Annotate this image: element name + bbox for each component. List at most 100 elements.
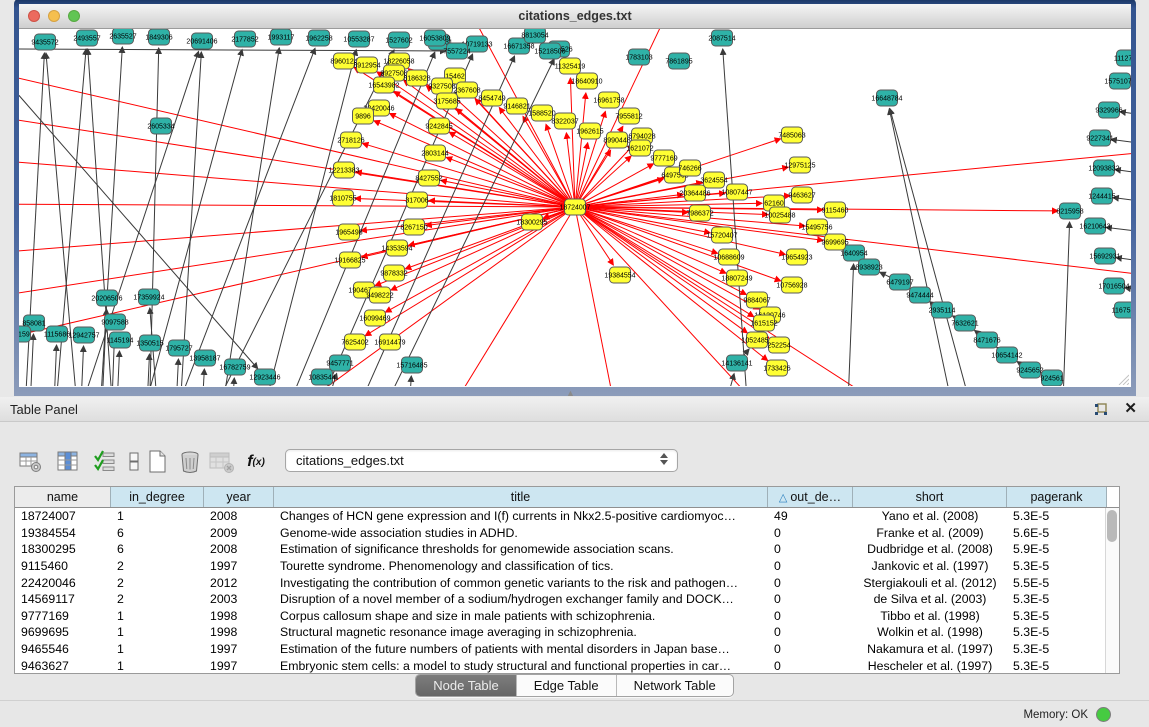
table-row[interactable]: 946362711997Embryonic stem cells: a mode… <box>15 657 1119 674</box>
table-columns-icon[interactable] <box>55 449 81 475</box>
delete-icon[interactable] <box>177 449 203 475</box>
table-row[interactable]: 1938455462009Genome-wide association stu… <box>15 525 1119 542</box>
column-header-name[interactable]: name <box>15 487 111 507</box>
close-window-button[interactable] <box>28 10 40 22</box>
graph-node-label: 15692931 <box>1089 254 1120 261</box>
cell-out_de: 0 <box>768 542 853 556</box>
graph-node-label: 10688609 <box>713 255 744 262</box>
table-settings-icon[interactable] <box>18 449 44 475</box>
table-row[interactable]: 1456911722003Disruption of a novel membe… <box>15 591 1119 608</box>
cell-short: Hescheler et al. (1997) <box>853 659 1007 673</box>
cell-out_de: 0 <box>768 659 853 673</box>
cytoscape-screen: citations_edges.txt 94355722493557263552… <box>0 0 1149 727</box>
network-window[interactable]: citations_edges.txt 94355722493557263552… <box>14 0 1136 396</box>
cell-in_degree: 2 <box>111 559 204 573</box>
graph-node-label: 16648784 <box>871 96 902 103</box>
cell-short: Wolkin et al. (1998) <box>853 625 1007 639</box>
function-x: (x) <box>253 457 265 468</box>
table-selector-dropdown[interactable]: citations_edges.txt <box>285 449 678 472</box>
cell-title: Corpus callosum shape and size in male p… <box>274 609 768 623</box>
cell-out_de: 0 <box>768 609 853 623</box>
column-header-out_de[interactable]: △out_de… <box>768 487 853 507</box>
cell-name: 9699695 <box>15 625 111 639</box>
cell-name: 9465546 <box>15 642 111 656</box>
table-row[interactable]: 946554611997Estimation of the future num… <box>15 641 1119 658</box>
graph-node-label: 9457771 <box>326 361 353 368</box>
graph-node-label: 8267150 <box>400 225 427 232</box>
graph-node-label: 8427552 <box>415 176 442 183</box>
tab-network-table[interactable]: Network Table <box>617 675 733 696</box>
tab-edge-table[interactable]: Edge Table <box>517 675 617 696</box>
close-panel-icon[interactable]: ✕ <box>1124 402 1137 416</box>
table-row[interactable]: 911546021997Tourette syndrome. Phenomeno… <box>15 558 1119 575</box>
graph-node-label: 1810755 <box>329 196 356 203</box>
memory-status-label: Memory: OK <box>1023 709 1088 721</box>
table-row[interactable]: 1830029562008Estimation of significance … <box>15 541 1119 558</box>
cell-year: 1998 <box>204 609 274 623</box>
graph-node-label: 2935114 <box>929 308 956 315</box>
citation-edge-black <box>1062 222 1070 386</box>
cell-short: de Silva et al. (2003) <box>853 592 1007 606</box>
function-icon[interactable]: f(x) <box>243 449 269 475</box>
table-row[interactable]: 1872400712008Changes of HCN gene express… <box>15 508 1119 525</box>
graph-node-label: 39159 <box>19 332 30 339</box>
graph-node-label: 10553287 <box>343 37 374 44</box>
citation-edge-black <box>890 109 977 386</box>
window-resize-handle[interactable] <box>1116 372 1129 385</box>
graph-node-label: 62160 <box>764 201 784 208</box>
graph-node-label: 9498222 <box>366 293 393 300</box>
graph-node-label: 3175685 <box>433 99 460 106</box>
cell-out_de: 0 <box>768 526 853 540</box>
column-header-short[interactable]: short <box>853 487 1007 507</box>
citation-edge-black <box>719 374 734 386</box>
cell-title: Investigating the contribution of common… <box>274 576 768 590</box>
table-tabs-bar: Node TableEdge TableNetwork Table <box>0 674 1149 698</box>
cell-in_degree: 2 <box>111 576 204 590</box>
cell-year: 2003 <box>204 592 274 606</box>
graph-node-label: 8471676 <box>973 338 1000 345</box>
new-table-icon[interactable] <box>145 449 171 475</box>
table-row[interactable]: 2242004622012Investigating the contribut… <box>15 574 1119 591</box>
float-panel-icon[interactable] <box>1094 403 1108 416</box>
cell-pagerank: 5.3E-5 <box>1007 659 1107 673</box>
column-header-in_degree[interactable]: in_degree <box>111 487 204 507</box>
citation-edge-red <box>575 207 747 333</box>
graph-node-label: 8938923 <box>855 265 882 272</box>
minimize-window-button[interactable] <box>48 10 60 22</box>
graph-node-label: 9097588 <box>101 320 128 327</box>
delete-table-disabled-icon <box>209 449 235 475</box>
cell-in_degree: 2 <box>111 592 204 606</box>
table-scrollbar-thumb[interactable] <box>1107 510 1117 542</box>
status-bar: Memory: OK <box>0 700 1149 727</box>
cell-name: 18724007 <box>15 509 111 523</box>
column-header-title[interactable]: title <box>274 487 768 507</box>
graph-node-label: 7632621 <box>951 321 978 328</box>
graph-node-label: 12942757 <box>68 333 99 340</box>
cell-out_de: 0 <box>768 625 853 639</box>
network-window-title: citations_edges.txt <box>19 9 1131 23</box>
cell-title: Genome-wide association studies in ADHD. <box>274 526 768 540</box>
table-panel-title: Table Panel <box>10 402 78 417</box>
cell-name: 9777169 <box>15 609 111 623</box>
graph-node-label: 1965498 <box>335 230 362 237</box>
zoom-window-button[interactable] <box>68 10 80 22</box>
column-header-year[interactable]: year <box>204 487 274 507</box>
graph-node-label: 9242845 <box>425 124 452 131</box>
graph-node-label: 10756928 <box>776 283 807 290</box>
tab-node-table[interactable]: Node Table <box>416 675 517 696</box>
network-window-titlebar[interactable]: citations_edges.txt <box>19 4 1131 29</box>
rows-icon[interactable] <box>121 449 147 475</box>
select-columns-icon[interactable] <box>92 449 118 475</box>
split-pane-handle[interactable]: ▲ <box>566 390 575 397</box>
table-row[interactable]: 977716911998Corpus callosum shape and si… <box>15 608 1119 625</box>
table-scrollbar[interactable] <box>1105 508 1119 673</box>
cell-in_degree: 1 <box>111 609 204 623</box>
column-header-pagerank[interactable]: pagerank <box>1007 487 1107 507</box>
cell-name: 14569117 <box>15 592 111 606</box>
cell-in_degree: 1 <box>111 659 204 673</box>
network-canvas[interactable]: 9435572249355726355271849306206914062177… <box>19 29 1131 387</box>
table-header-row: namein_degreeyeartitle△out_de…shortpager… <box>15 487 1119 508</box>
cell-title: Estimation of the future numbers of pati… <box>274 642 768 656</box>
graph-node-label: 16671358 <box>503 44 534 51</box>
table-row[interactable]: 969969511998Structural magnetic resonanc… <box>15 624 1119 641</box>
